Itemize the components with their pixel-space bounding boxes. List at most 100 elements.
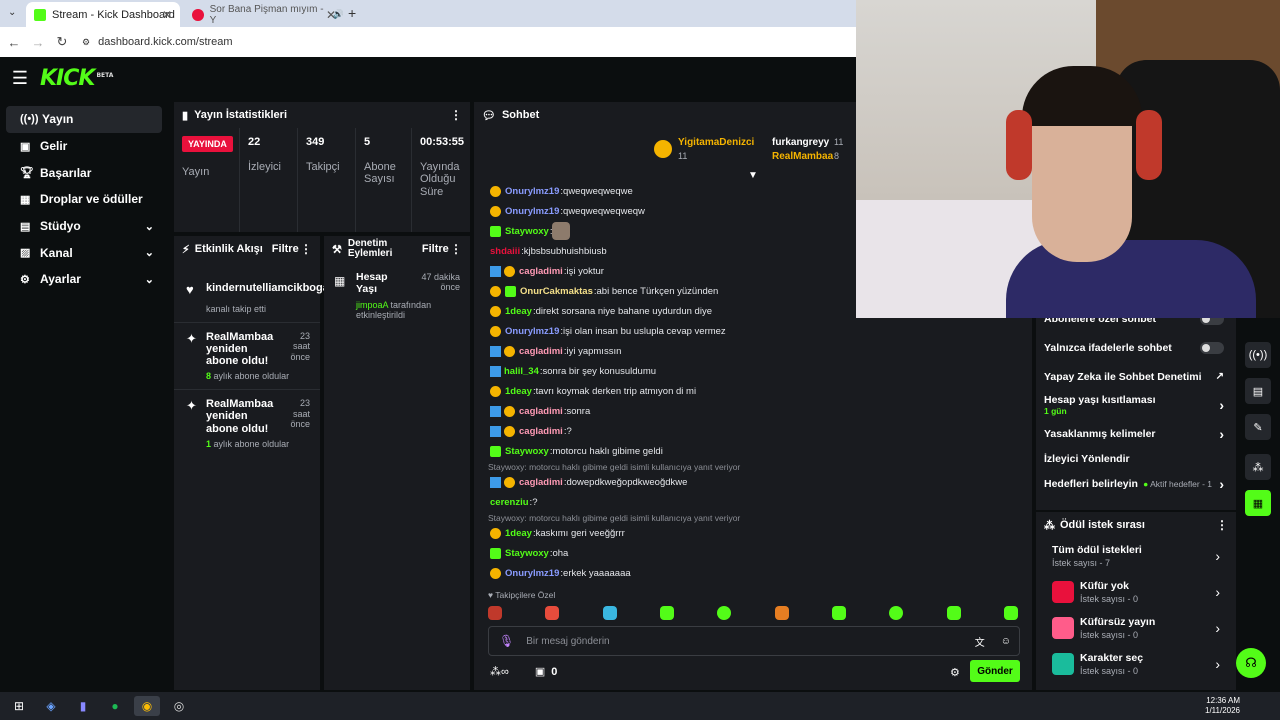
- chat-username[interactable]: halil_34: [504, 366, 539, 377]
- site-info-icon[interactable]: ⚙: [82, 37, 90, 48]
- chat-username[interactable]: cagladimi: [519, 266, 563, 277]
- send-button[interactable]: Gönder: [970, 660, 1020, 682]
- support-icon[interactable]: ☊: [1236, 648, 1266, 678]
- reload-icon[interactable]: ↻: [50, 34, 74, 50]
- tab-kick-dashboard[interactable]: Stream - Kick Dashboard ✕: [26, 2, 180, 27]
- reward-item[interactable]: Küfür yok İstek sayısı - 0 ›: [1036, 574, 1236, 610]
- chat-settings-icon[interactable]: ⚙: [950, 666, 960, 679]
- forward-icon[interactable]: →: [26, 35, 50, 50]
- spotify-icon[interactable]: ●: [102, 696, 128, 716]
- more-options-icon[interactable]: ⋮: [1216, 518, 1228, 532]
- emote-icon[interactable]: [889, 606, 904, 620]
- emote-icon[interactable]: [545, 606, 560, 620]
- broadcast-rail-icon[interactable]: ((•)): [1245, 342, 1271, 368]
- emote-icon[interactable]: [659, 606, 674, 620]
- filter-button[interactable]: Filtre: [422, 243, 449, 255]
- emote-icon[interactable]: [602, 606, 617, 620]
- chat-username[interactable]: Staywoxy: [505, 446, 549, 457]
- chat-username[interactable]: 1deay: [505, 306, 532, 317]
- chat-input[interactable]: 🎙︎ Bir mesaj gönderin 文 ☺: [488, 626, 1020, 656]
- apps-icon[interactable]: ⁂: [1245, 454, 1271, 480]
- gifter-name[interactable]: RealMambaa: [772, 151, 833, 162]
- setting-ai-moderation[interactable]: Yapay Zeka ile Sohbet Denetimi ↗: [1036, 364, 1236, 389]
- chat-username[interactable]: Onurylmz19: [505, 186, 559, 197]
- emoji-icon[interactable]: ☺: [1001, 636, 1011, 647]
- emote-icon[interactable]: [774, 606, 789, 620]
- chat-message[interactable]: cagladimi: ?: [474, 421, 1032, 441]
- mod-user[interactable]: jimpoaA: [356, 300, 388, 310]
- reward-item[interactable]: Küfürsüz yayın İstek sayısı - 0 ›: [1036, 610, 1236, 646]
- menu-icon[interactable]: ☰: [0, 68, 40, 89]
- chat-username[interactable]: Staywoxy: [505, 226, 549, 237]
- kick-logo[interactable]: KICK BETA: [40, 66, 113, 91]
- chat-message[interactable]: halil_34: sonra bir şey konusuldumu: [474, 361, 1032, 381]
- sidebar-item-gelir[interactable]: ▣ Gelir: [6, 133, 162, 160]
- mic-icon[interactable]: 🎙︎: [499, 634, 514, 648]
- app-icon[interactable]: ▮: [70, 696, 96, 716]
- chrome-icon[interactable]: ◉: [134, 696, 160, 716]
- obs-icon[interactable]: ◎: [166, 696, 192, 716]
- sidebar-item-kanal[interactable]: ▨ Kanal ⌄: [6, 239, 162, 266]
- setting-account-age[interactable]: Hesap yaşı kısıtlaması 1 gün ›: [1036, 389, 1236, 421]
- chat-message[interactable]: Onurylmz19: erkek yaaaaaaa: [474, 563, 1032, 583]
- chat-username[interactable]: cagladimi: [519, 346, 563, 357]
- chat-message[interactable]: Staywoxy: motorcu haklı gibime geldi: [474, 441, 1032, 461]
- chat-message[interactable]: Onurylmz19: işi olan insan bu uslupla ce…: [474, 321, 1032, 341]
- emote-icon[interactable]: [831, 606, 846, 620]
- new-tab-icon[interactable]: +: [348, 5, 356, 21]
- chat-username[interactable]: cerenziu: [490, 497, 529, 508]
- chat-username[interactable]: Onurylmz19: [505, 326, 559, 337]
- toggle-switch[interactable]: [1200, 341, 1224, 354]
- chat-username[interactable]: cagladimi: [519, 426, 563, 437]
- chat-username[interactable]: 1deay: [505, 528, 532, 539]
- more-options-icon[interactable]: ⋮: [450, 108, 462, 122]
- chat-message[interactable]: cagladimi: dowepdkweğopdkweoğdkwe: [474, 472, 1032, 492]
- url-text[interactable]: dashboard.kick.com/stream: [98, 36, 233, 48]
- pin-collapse-icon[interactable]: ▼: [748, 170, 758, 181]
- chat-message[interactable]: cerenziu: ?: [474, 492, 1032, 512]
- sidebar-item-ayarlar[interactable]: ⚙ Ayarlar ⌄: [6, 266, 162, 293]
- windows-start-icon[interactable]: ⊞: [6, 696, 32, 716]
- translate-icon[interactable]: 文: [975, 634, 985, 649]
- chat-message[interactable]: Staywoxy: oha: [474, 543, 1032, 563]
- chat-username[interactable]: Onurylmz19: [505, 206, 559, 217]
- gift-icon[interactable]: ▣: [535, 665, 545, 678]
- emote-icon[interactable]: [946, 606, 961, 620]
- chat-username[interactable]: cagladimi: [519, 477, 563, 488]
- sidebar-item-basarilar[interactable]: 🏆︎ Başarılar: [6, 159, 162, 186]
- close-tab-icon[interactable]: ✕: [162, 8, 172, 22]
- chat-message[interactable]: 1deay: kaskımı geri veeğğrrr: [474, 523, 1032, 543]
- setting-banned-words[interactable]: Yasaklanmış kelimeler ›: [1036, 421, 1236, 446]
- sidebar-item-studyo[interactable]: ▤ Stüdyo ⌄: [6, 213, 162, 240]
- chat-message[interactable]: cagladimi: iyi yapmıssın: [474, 341, 1032, 361]
- layout-rail-icon[interactable]: ▤: [1245, 378, 1271, 404]
- tab-youtube[interactable]: Sor Bana Pişman mıyım - Y 🔊 ✕: [184, 2, 344, 27]
- chat-message[interactable]: 1deay: tavrı koymak derken trip atmıyon …: [474, 381, 1032, 401]
- reward-item[interactable]: Karakter seç İstek sayısı - 0 ›: [1036, 646, 1236, 682]
- wrench-icon[interactable]: ✎: [1245, 414, 1271, 440]
- reward-all[interactable]: Tüm ödül istekleri İstek sayısı - 7 ›: [1036, 538, 1236, 574]
- close-tab-icon[interactable]: ✕: [326, 8, 336, 22]
- tab-list-chevron-icon[interactable]: ⌄: [8, 7, 16, 18]
- gifter-name[interactable]: YigitamaDenizci: [678, 137, 754, 148]
- filter-button[interactable]: Filtre: [272, 243, 299, 255]
- app-icon[interactable]: ◈: [38, 696, 64, 716]
- sidebar-item-droplar[interactable]: ▦ Droplar ve ödüller: [6, 186, 162, 213]
- more-options-icon[interactable]: ⋮: [300, 242, 312, 256]
- points-icon[interactable]: ⁂∞: [490, 665, 509, 678]
- emote-icon[interactable]: [1003, 606, 1018, 620]
- more-options-icon[interactable]: ⋮: [450, 242, 462, 256]
- back-icon[interactable]: ←: [2, 35, 26, 50]
- chat-username[interactable]: OnurCakmaktas: [520, 286, 593, 297]
- setting-emote-only[interactable]: Yalnızca ifadelerle sohbet: [1036, 335, 1236, 360]
- setting-raid[interactable]: İzleyici Yönlendir: [1036, 446, 1236, 471]
- chat-username[interactable]: Onurylmz19: [505, 568, 559, 579]
- clapper-icon[interactable]: ▦: [1245, 490, 1271, 516]
- emote-icon[interactable]: [488, 606, 502, 620]
- emote-icon[interactable]: [717, 606, 732, 620]
- setting-goals[interactable]: Hedefleri belirleyin ● Aktif hedefler - 1…: [1036, 471, 1236, 496]
- chat-username[interactable]: Staywoxy: [505, 548, 549, 559]
- chat-username[interactable]: cagladimi: [519, 406, 563, 417]
- gifter-name[interactable]: furkangreyy: [772, 137, 829, 148]
- chat-username[interactable]: shdaiii: [490, 246, 520, 257]
